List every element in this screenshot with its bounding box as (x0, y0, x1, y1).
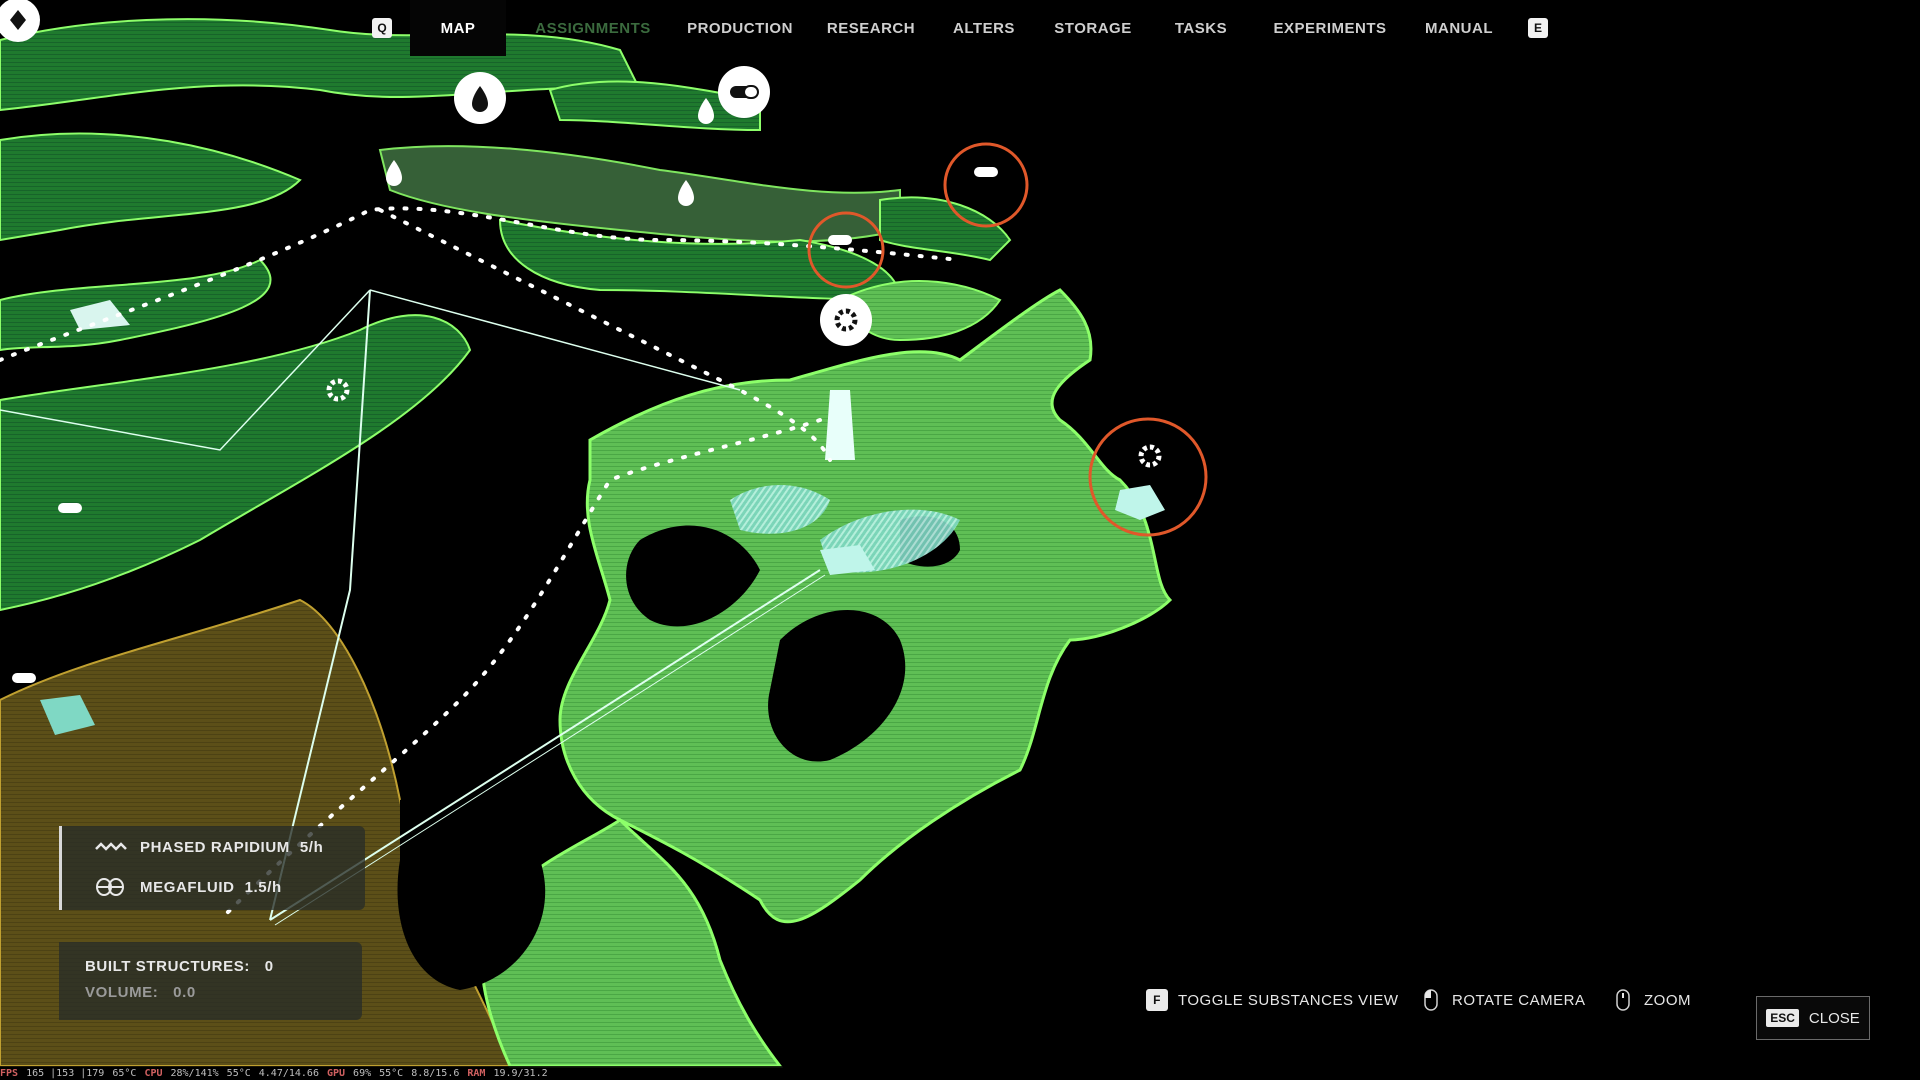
fps-label: FPS (0, 1067, 19, 1079)
tab-experiments[interactable]: EXPERIMENTS (1266, 0, 1394, 56)
built-structures-label: BUILT STRUCTURES: (85, 958, 250, 975)
prev-tab-key[interactable]: Q (372, 18, 392, 38)
resource-row: PHASED RAPIDIUM 5/h (94, 836, 323, 858)
zoom-label: ZOOM (1644, 991, 1691, 1009)
tab-storage[interactable]: STORAGE (1046, 0, 1140, 56)
toggle-substances-label: TOGGLE SUBSTANCES VIEW (1178, 991, 1399, 1009)
pill-icon (718, 66, 770, 118)
ram-label: RAM (467, 1067, 486, 1079)
mouse-left-icon (1424, 989, 1438, 1011)
resource-name: PHASED RAPIDIUM (140, 838, 290, 856)
facility-map[interactable] (0, 0, 1920, 1080)
terrain-band (378, 145, 901, 243)
terrain-band (0, 314, 472, 612)
cpu-label: CPU (144, 1067, 163, 1079)
cpu-temp-2: 55°C (226, 1067, 251, 1079)
ram-value: 19.9/31.2 (493, 1067, 548, 1079)
resource-rate: 5/h (299, 838, 324, 856)
resource-panel: PHASED RAPIDIUM 5/h MEGAFLUID 1.5/h (59, 826, 365, 910)
toggle-substances-control[interactable]: F TOGGLE SUBSTANCES VIEW (1146, 988, 1399, 1012)
marker-ring (943, 142, 1029, 228)
structure-column (825, 390, 855, 460)
terrain-band (879, 196, 1012, 262)
megafluid-icon (96, 878, 124, 896)
wave-icon (95, 842, 127, 851)
gpu-temp: 55°C (379, 1067, 404, 1079)
close-button[interactable]: ESC CLOSE (1756, 996, 1870, 1040)
pill-icon (12, 673, 36, 683)
tab-assignments[interactable]: ASSIGNMENTS (528, 0, 658, 56)
pill-icon (974, 167, 998, 177)
fps-value: 165 |153 |179 (26, 1067, 105, 1079)
performance-overlay: FPS 165 |153 |179 65°C CPU 28%/141% 55°C… (0, 1066, 1920, 1080)
built-structures-value: 0 (264, 958, 274, 975)
zoom-control: ZOOM (1616, 988, 1691, 1012)
tab-manual[interactable]: MANUAL (1416, 0, 1502, 56)
tab-alters[interactable]: ALTERS (944, 0, 1024, 56)
gpu-label: GPU (326, 1067, 346, 1079)
resource-row: MEGAFLUID 1.5/h (94, 876, 282, 898)
volume-row: VOLUME: 0.0 (85, 984, 196, 1001)
terrain-band (0, 258, 272, 352)
rotate-camera-label: ROTATE CAMERA (1452, 991, 1586, 1009)
pill-icon (58, 503, 82, 513)
gear-icon (1138, 444, 1162, 468)
tab-production[interactable]: PRODUCTION (680, 0, 800, 56)
volume-label: VOLUME: (85, 984, 159, 1001)
rotate-camera-control: ROTATE CAMERA (1424, 988, 1585, 1012)
clock-value: 4.47/14.66 (258, 1067, 319, 1079)
top-navigation: Q MAP ASSIGNMENTS PRODUCTION RESEARCH AL… (0, 0, 1920, 56)
built-structures-row: BUILT STRUCTURES: 0 (85, 958, 274, 975)
gear-icon (820, 294, 872, 346)
resource-rate: 1.5/h (244, 878, 282, 896)
gpu-value: 69% (353, 1067, 372, 1079)
next-tab-key[interactable]: E (1528, 18, 1548, 38)
volume-value: 0.0 (173, 984, 196, 1001)
mouse-scroll-icon (1616, 989, 1630, 1011)
terrain-band (0, 132, 302, 242)
cpu-temp: 65°C (112, 1067, 137, 1079)
stats-panel: BUILT STRUCTURES: 0 VOLUME: 0.0 (59, 942, 362, 1020)
droplet-icon (454, 72, 506, 124)
toggle-key: F (1146, 989, 1168, 1011)
tab-map[interactable]: MAP (410, 0, 506, 56)
resource-name: MEGAFLUID (140, 878, 235, 896)
tab-research[interactable]: RESEARCH (822, 0, 920, 56)
cpu-value: 28%/141% (170, 1067, 219, 1079)
close-label: CLOSE (1808, 1009, 1860, 1027)
vram-value: 8.8/15.6 (411, 1067, 460, 1079)
pill-icon (828, 235, 852, 245)
tab-tasks[interactable]: TASKS (1164, 0, 1238, 56)
esc-key: ESC (1766, 1009, 1799, 1027)
